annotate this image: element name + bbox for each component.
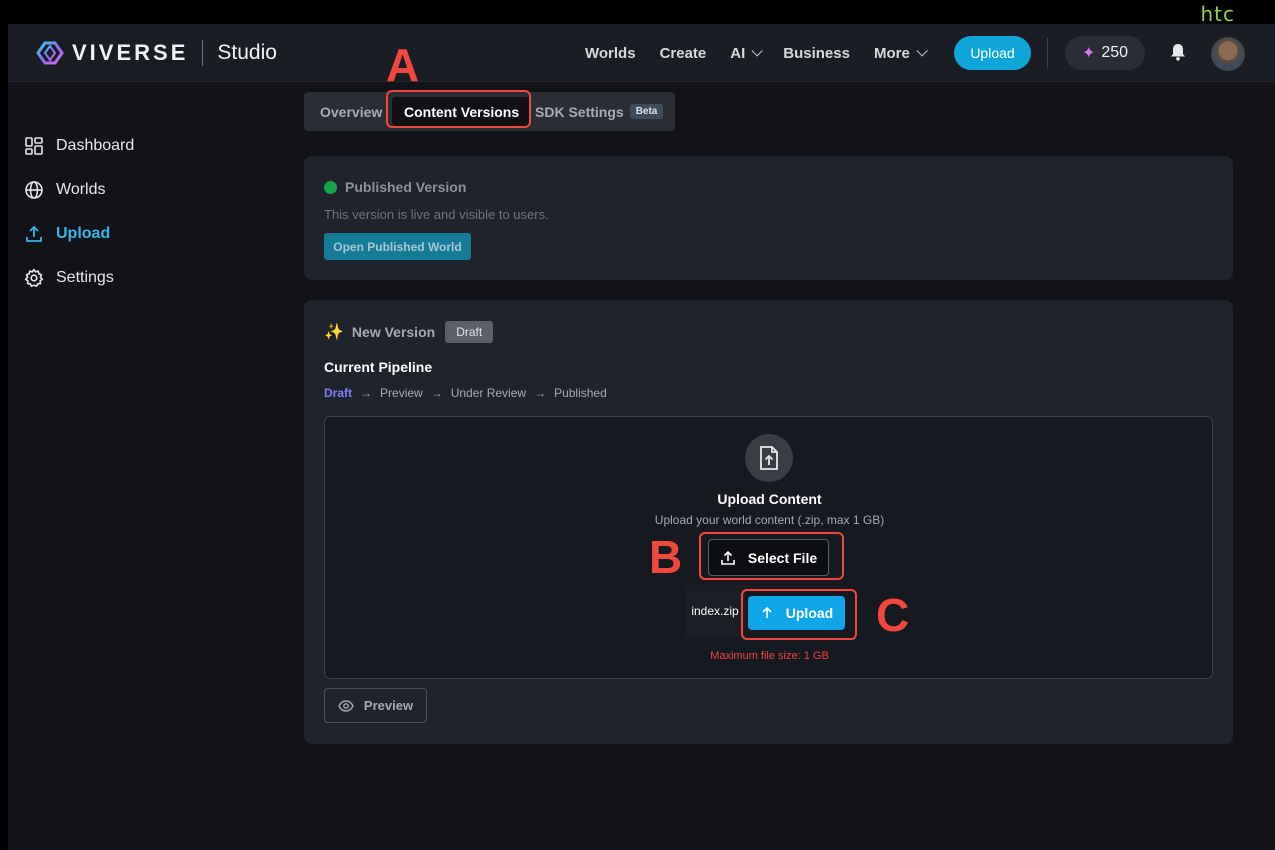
upload-content-subtitle: Upload your world content (.zip, max 1 G… (654, 513, 885, 527)
sidebar-item-label: Settings (56, 269, 114, 286)
nav-ai-label: AI (730, 44, 746, 62)
sparkle-icon: ✦ (1081, 45, 1096, 62)
nav-create-label: Create (659, 44, 707, 62)
new-version-title-text: New Version (351, 324, 436, 340)
logo-studio: Studio (217, 41, 277, 64)
chevron-down-icon (916, 45, 928, 57)
pipeline-step-under-review: Under Review (450, 386, 527, 400)
nav-more-label: More (873, 44, 910, 62)
header-divider (1047, 38, 1048, 68)
open-published-world-button[interactable]: Open Published World (324, 233, 471, 260)
nav-more[interactable]: More (873, 44, 928, 62)
annotation-box-b (699, 532, 844, 580)
arrow-icon: → (430, 386, 443, 400)
sidebar-item-label: Dashboard (56, 137, 135, 154)
preview-button[interactable]: Preview (324, 688, 427, 723)
arrow-icon: → (534, 386, 547, 400)
upload-icon (26, 225, 42, 242)
published-version-card: Published Version This version is live a… (304, 156, 1233, 280)
new-version-title: ✨ New Version Draft (324, 321, 494, 343)
sidebar-item-dashboard[interactable]: Dashboard (24, 134, 134, 158)
app-window: VIVERSE Studio Worlds Create AI Business… (8, 24, 1275, 850)
file-upload-icon (745, 434, 793, 482)
sidebar-item-label: Worlds (56, 181, 106, 198)
annotation-label-c: C (876, 589, 910, 641)
published-description: This version is live and visible to user… (324, 207, 549, 222)
upload-content-title: Upload Content (717, 491, 822, 507)
pipeline-step-preview: Preview (380, 386, 423, 400)
top-navbar: VIVERSE Studio Worlds Create AI Business… (8, 24, 1275, 82)
globe-icon (25, 181, 43, 199)
gear-icon (24, 268, 44, 288)
tab-overview[interactable]: Overview (320, 92, 382, 131)
new-version-card: ✨ New Version Draft Current Pipeline Dra… (304, 300, 1233, 744)
arrow-icon: → (360, 386, 373, 400)
nav-create[interactable]: Create (660, 45, 707, 62)
nav-business[interactable]: Business (783, 45, 850, 62)
annotation-label-a: A (386, 39, 420, 91)
tab-sdk-settings[interactable]: SDK Settings Beta (535, 92, 664, 131)
viverse-logo[interactable]: VIVERSE Studio (36, 40, 277, 66)
header-upload-button[interactable]: Upload (954, 36, 1031, 70)
viverse-logo-icon (36, 41, 64, 65)
draft-badge: Draft (445, 321, 494, 343)
pipeline-step-published: Published (554, 386, 607, 400)
tab-sdk-settings-label: SDK Settings (535, 103, 624, 120)
beta-badge: Beta (629, 104, 664, 119)
logo-text: VIVERSE (72, 40, 189, 65)
published-title-text: Published Version (345, 179, 467, 195)
eye-icon (338, 699, 354, 712)
preview-label: Preview (363, 698, 414, 713)
max-file-size-warning: Maximum file size: 1 GB (710, 650, 829, 662)
main-nav: Worlds Create AI Business More (585, 24, 948, 82)
dashboard-icon (25, 137, 43, 155)
avatar[interactable] (1211, 37, 1245, 71)
annotation-label-b: B (649, 531, 683, 583)
sidebar-item-upload[interactable]: Upload (24, 222, 110, 246)
nav-worlds-label: Worlds (585, 44, 636, 62)
sidebar-item-worlds[interactable]: Worlds (24, 178, 106, 202)
selected-file-name: index.zip (685, 585, 745, 637)
credits-count: 250 (1101, 44, 1129, 61)
nav-business-label: Business (783, 44, 850, 62)
sidebar-item-settings[interactable]: Settings (24, 266, 114, 290)
pipeline-title: Current Pipeline (324, 359, 433, 375)
sparkles-icon: ✨ (324, 324, 344, 341)
chevron-down-icon (751, 45, 764, 57)
pipeline-steps: Draft → Preview → Under Review → Publish… (324, 386, 615, 400)
sidebar-item-label: Upload (56, 225, 111, 242)
htc-logo: htc (1200, 2, 1235, 26)
published-version-title: Published Version (324, 179, 466, 195)
nav-worlds[interactable]: Worlds (585, 45, 636, 62)
pipeline-step-draft: Draft (324, 386, 353, 400)
annotation-box-a (386, 90, 531, 128)
nav-ai[interactable]: AI (730, 44, 764, 62)
annotation-box-c (741, 589, 857, 640)
bell-icon[interactable] (1168, 42, 1188, 62)
credits-badge[interactable]: ✦ 250 (1065, 36, 1145, 70)
logo-divider (202, 40, 204, 66)
status-dot (324, 180, 337, 194)
